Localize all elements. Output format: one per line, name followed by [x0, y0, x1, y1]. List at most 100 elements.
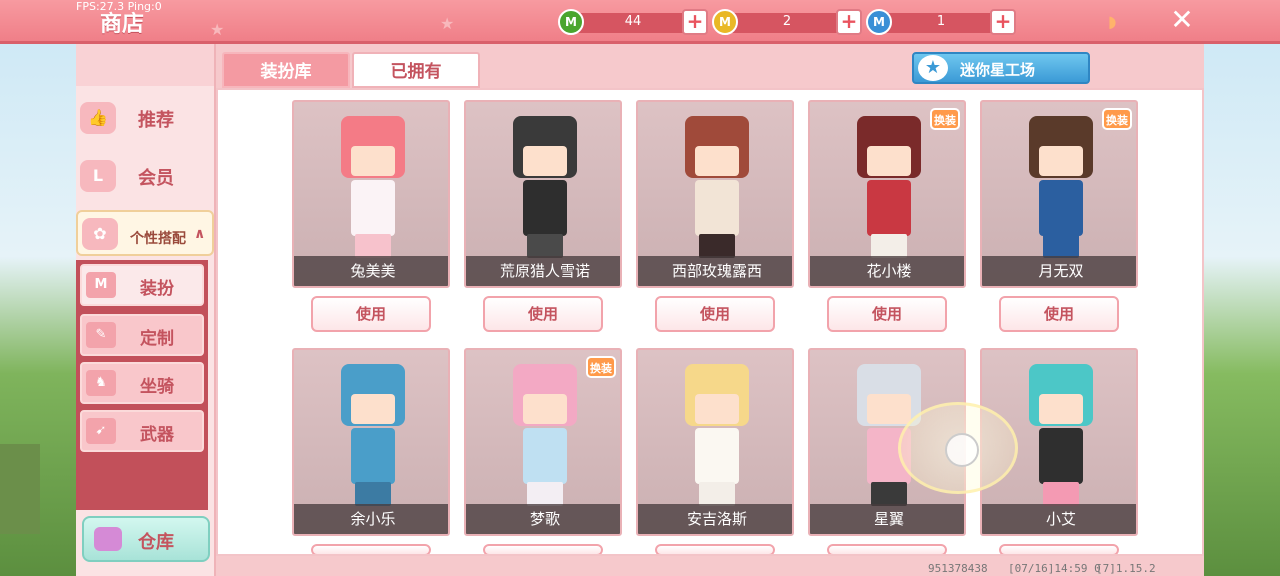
sidebar-item-label: 会员 [138, 168, 174, 189]
warehouse-button[interactable]: 仓库 [82, 516, 210, 562]
mini-star-workshop-button[interactable]: ★ 迷你星工场 [912, 52, 1090, 84]
character-figure [1021, 116, 1101, 258]
use-button[interactable]: 使用 [655, 296, 775, 332]
character-legs [1043, 482, 1079, 506]
outfit-card[interactable]: 换装 月无双 [980, 100, 1138, 288]
user-id: 951378438 [928, 562, 988, 575]
character-face [867, 394, 911, 424]
sidebar-item-vip[interactable]: L 会员 [76, 150, 214, 202]
workshop-label: 迷你星工场 [960, 61, 1036, 79]
star-icon: ★ [918, 55, 948, 81]
character-figure [1021, 364, 1101, 506]
outfit-card[interactable]: 换装 花小楼 [808, 100, 966, 288]
use-button[interactable]: 使用 [827, 544, 947, 554]
character-legs [355, 234, 391, 258]
outfit-card-frame: 换装 花小楼 [808, 100, 966, 288]
outfit-icon: M [86, 272, 116, 298]
outfit-card-frame: 安吉洛斯 [636, 348, 794, 536]
sidebar-header [76, 44, 214, 86]
sidebar-subitem-customize[interactable]: ✎ 定制 [80, 314, 204, 356]
sidebar: 👍 推荐 L 会员 ✿ 个性搭配 ∧ M 装扮 ✎ 定制 ♞ 坐骑 ➹ 武器 仓… [76, 44, 216, 576]
outfit-card-frame: 西部玫瑰露西 [636, 100, 794, 288]
sidebar-item-recommend[interactable]: 👍 推荐 [76, 92, 214, 144]
thumbs-up-icon: 👍 [80, 102, 116, 134]
character-body [351, 428, 395, 484]
character-legs [871, 234, 907, 258]
subitem-label: 装扮 [140, 279, 174, 299]
character-figure [333, 364, 413, 506]
character-body [695, 428, 739, 484]
use-button[interactable]: 使用 [999, 296, 1119, 332]
add-blue-coin-button[interactable]: + [990, 9, 1016, 35]
sidebar-subitem-mount[interactable]: ♞ 坐骑 [80, 362, 204, 404]
outfit-name: 兔美美 [294, 256, 448, 286]
outfit-name: 梦歌 [466, 504, 620, 534]
blue-mini-coin-icon: M [866, 9, 892, 35]
character-body [523, 428, 567, 484]
add-green-coin-button[interactable]: + [682, 9, 708, 35]
use-button[interactable]: 使用 [655, 544, 775, 554]
outfit-card-frame: 换装 月无双 [980, 100, 1138, 288]
close-button[interactable]: ✕ [1166, 4, 1198, 36]
sidebar-item-label: 个性搭配 [130, 231, 186, 247]
character-figure [505, 116, 585, 258]
use-button[interactable]: 使用 [483, 296, 603, 332]
outfit-name: 小艾 [982, 504, 1136, 534]
character-body [1039, 428, 1083, 484]
sidebar-item-personal-style[interactable]: ✿ 个性搭配 ∧ [76, 210, 214, 256]
subitem-label: 武器 [140, 425, 174, 445]
gold-coin-counter: M 2 + [712, 9, 862, 35]
character-face [523, 394, 567, 424]
use-button[interactable]: 使用 [827, 296, 947, 332]
use-button[interactable]: 使用 [311, 296, 431, 332]
character-body [523, 180, 567, 236]
character-legs [699, 234, 735, 258]
personal-style-icon: ✿ [82, 218, 118, 250]
use-button[interactable]: 使用 [999, 544, 1119, 554]
use-button[interactable]: 使用 [483, 544, 603, 554]
outfit-card[interactable]: 兔美美 [292, 100, 450, 288]
outfit-card[interactable]: 余小乐 [292, 348, 450, 536]
use-button[interactable]: 使用 [311, 544, 431, 554]
timestamp: [07/16]14:59 0 [1008, 562, 1101, 575]
add-gold-coin-button[interactable]: + [836, 9, 862, 35]
version-label: [7]1.15.2 [1096, 562, 1156, 575]
tab-outfit-library[interactable]: 装扮库 [222, 52, 350, 88]
character-legs [1043, 234, 1079, 258]
sidebar-item-label: 推荐 [138, 110, 174, 131]
character-body [867, 180, 911, 236]
character-legs [355, 482, 391, 506]
outfit-name: 安吉洛斯 [638, 504, 792, 534]
star-decoration-icon: ★ [440, 14, 455, 33]
game-world-background-left [0, 44, 76, 576]
outfit-card[interactable]: 西部玫瑰露西 [636, 100, 794, 288]
outfit-card-frame: 荒原猎人雪诺 [464, 100, 622, 288]
outfit-name: 荒原猎人雪诺 [466, 256, 620, 286]
character-legs [527, 482, 563, 506]
sidebar-subitem-outfit[interactable]: M 装扮 [80, 264, 204, 306]
outfit-card[interactable]: 安吉洛斯 [636, 348, 794, 536]
outfit-change-badge: 换装 [586, 356, 616, 378]
character-body [695, 180, 739, 236]
character-figure [677, 364, 757, 506]
character-face [523, 146, 567, 176]
character-face [1039, 146, 1083, 176]
outfit-name: 月无双 [982, 256, 1136, 286]
outfit-change-badge: 换装 [930, 108, 960, 130]
joystick-knob[interactable] [945, 433, 979, 467]
mount-icon: ♞ [86, 370, 116, 396]
tab-owned[interactable]: 已拥有 [352, 52, 480, 88]
outfit-name: 西部玫瑰露西 [638, 256, 792, 286]
virtual-joystick[interactable] [898, 402, 1018, 494]
warehouse-icon [94, 527, 122, 551]
feed-signal-icon[interactable]: ◗ [1108, 12, 1128, 32]
character-legs [527, 234, 563, 258]
green-mini-coin-icon: M [558, 9, 584, 35]
character-body [351, 180, 395, 236]
outfit-card[interactable]: 荒原猎人雪诺 [464, 100, 622, 288]
character-figure [849, 116, 929, 258]
outfit-card[interactable]: 换装 梦歌 [464, 348, 622, 536]
sidebar-subitem-weapon[interactable]: ➹ 武器 [80, 410, 204, 452]
green-coin-value: 44 [624, 14, 642, 29]
star-decoration-icon: ★ [210, 20, 225, 39]
